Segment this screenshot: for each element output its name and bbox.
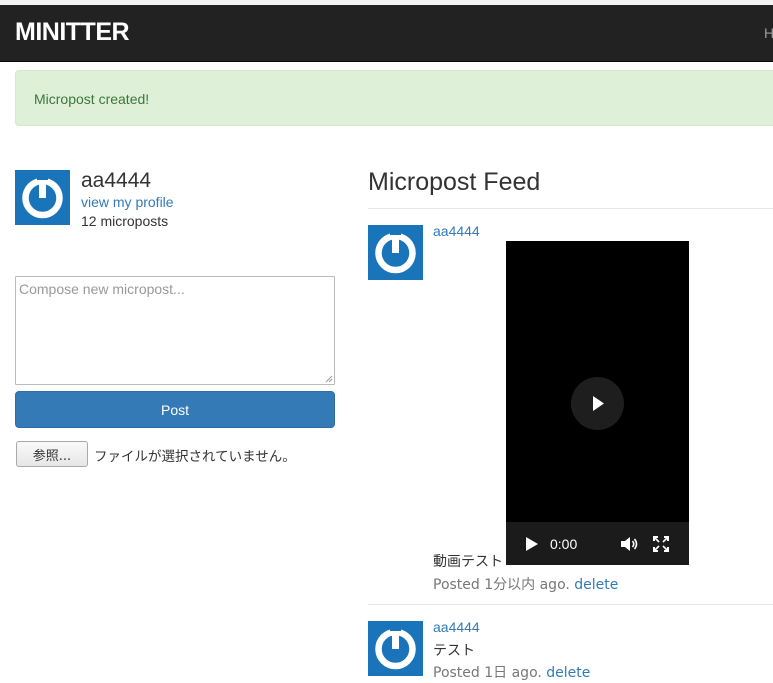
gravatar-logo-icon [368,225,423,280]
delete-link[interactable]: delete [546,665,590,681]
feed-item-content: テスト [433,643,475,659]
feed-divider [368,208,773,209]
video-player[interactable]: 0:00 [506,241,689,565]
feed-item-gravatar[interactable] [368,225,423,280]
play-icon [593,396,604,411]
compose-micropost-input[interactable] [15,276,335,385]
flash-alert-success: Micropost created! [15,70,773,126]
play-icon[interactable] [524,536,540,552]
navbar: MINITTER Home [0,5,773,62]
video-big-play-button[interactable] [571,377,624,430]
feed-title: Micropost Feed [368,168,541,196]
view-profile-link[interactable]: view my profile [81,194,174,210]
delete-link[interactable]: delete [574,577,618,593]
file-status-text: ファイルが選択されていません。 [94,449,296,465]
gravatar-logo-icon [368,621,423,676]
post-button[interactable]: Post [15,391,335,428]
video-time: 0:00 [550,536,578,552]
fullscreen-icon[interactable] [653,536,669,552]
feed-item-user-link[interactable]: aa4444 [433,223,480,239]
microposts-count: 12 microposts [81,213,169,229]
video-controls-bar: 0:00 [506,522,689,565]
browse-file-button[interactable]: 参照... [16,441,88,467]
feed-item-user-link[interactable]: aa4444 [433,619,480,635]
gravatar-logo-icon [15,170,70,225]
resize-grip-icon[interactable] [324,374,333,383]
feed-item-content: 動画テスト [433,554,503,570]
feed-item-gravatar[interactable] [368,621,423,676]
alert-message: Micropost created! [34,91,150,107]
feed-item-timestamp: Posted 1日 ago. delete [433,662,590,682]
volume-icon[interactable] [620,536,640,552]
feed-item-divider [368,604,773,605]
brand-logo[interactable]: MINITTER [15,18,130,47]
feed-item-timestamp: Posted 1分以内 ago. delete [433,574,618,594]
posted-time: Posted 1日 ago. [433,665,542,681]
user-gravatar[interactable] [15,170,70,225]
user-name: aa4444 [81,169,152,192]
posted-time: Posted 1分以内 ago. [433,577,570,593]
nav-home-link[interactable]: Home [764,25,773,41]
